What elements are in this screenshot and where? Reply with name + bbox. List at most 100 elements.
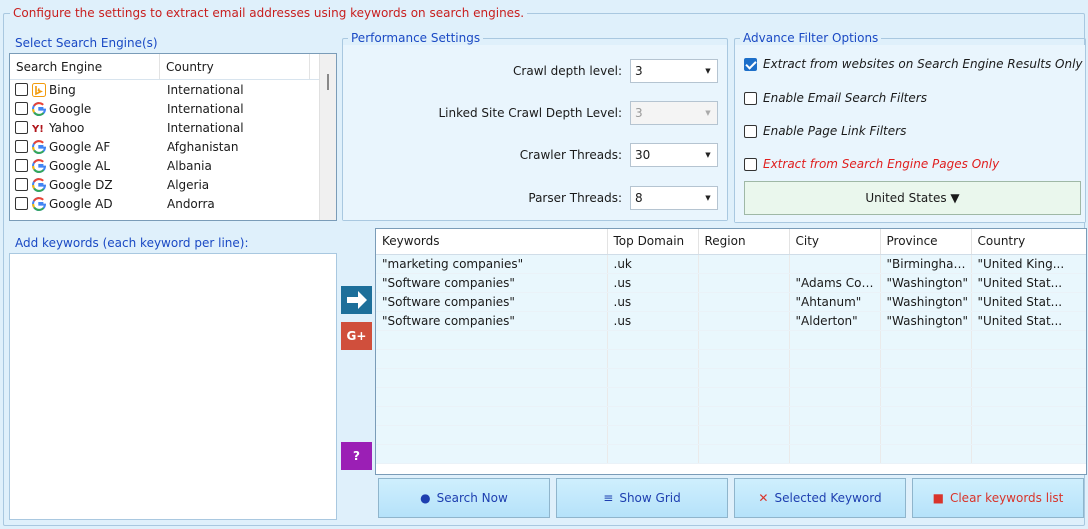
- grid-cell: [971, 444, 1086, 464]
- engine-checkbox[interactable]: [15, 197, 28, 210]
- engine-row[interactable]: Google International: [10, 99, 336, 118]
- checkbox-se-pages-only[interactable]: [744, 157, 757, 171]
- engine-row[interactable]: Bing International: [10, 80, 336, 99]
- grid-cell: [971, 387, 1086, 407]
- help-icon: ?: [353, 449, 360, 463]
- engine-checkbox[interactable]: [15, 102, 28, 115]
- selected-keyword-label: Selected Keyword: [774, 491, 882, 505]
- grid-header-row: Keywords Top Domain Region City Province Coun…: [376, 229, 1086, 255]
- parser-threads-label: Parser Threads:: [528, 191, 622, 205]
- grid-column-header[interactable]: Keywords: [376, 229, 608, 255]
- help-button[interactable]: ?: [341, 442, 372, 470]
- grid-row[interactable]: "marketing companies" .uk "Birmingham" "Uni…: [376, 254, 1086, 274]
- grid-cell: "Software companies": [376, 292, 608, 312]
- engine-checkbox[interactable]: [15, 140, 28, 153]
- grid-empty-row: [376, 387, 1086, 407]
- scrollbar-thumb[interactable]: [327, 74, 329, 90]
- search-now-button[interactable]: ● Search Now: [378, 478, 550, 518]
- engine-cell: Google: [10, 102, 160, 116]
- grid-cell: [880, 330, 972, 350]
- checkbox-link-filters[interactable]: [744, 124, 757, 138]
- grid-cell: [880, 368, 972, 388]
- engine-cell: Google DZ: [10, 178, 160, 192]
- crawl-depth-value: 3: [635, 64, 643, 78]
- grid-cell: .uk: [607, 254, 699, 274]
- clear-keywords-button[interactable]: ■ Clear keywords list: [912, 478, 1084, 518]
- label-email-filters: Enable Email Search Filters: [763, 91, 927, 105]
- grid-empty-row: [376, 406, 1086, 426]
- grid-cell: [376, 349, 608, 369]
- filter-option-serp-only[interactable]: Extract from websites on Search Engine R…: [744, 57, 1083, 71]
- grid-column-header[interactable]: City: [789, 229, 881, 255]
- svg-text:Y!: Y!: [32, 124, 44, 135]
- keywords-textarea[interactable]: [9, 253, 337, 520]
- filter-option-se-pages-only[interactable]: Extract from Search Engine Pages Only: [744, 157, 999, 171]
- grid-cell: [607, 406, 699, 426]
- checkbox-email-filters[interactable]: [744, 91, 757, 105]
- search-icon: ●: [420, 491, 431, 505]
- column-header-engine[interactable]: Search Engine: [10, 54, 160, 79]
- grid-cell: [789, 330, 881, 350]
- engine-list-scrollbar[interactable]: [319, 54, 336, 220]
- grid-cell: "United Stat...: [971, 273, 1086, 293]
- close-icon: ✕: [758, 491, 769, 505]
- engine-row[interactable]: Google DZ Algeria: [10, 175, 336, 194]
- selected-keyword-button[interactable]: ✕ Selected Keyword: [734, 478, 906, 518]
- grid-cell: "Washington": [880, 292, 972, 312]
- grid-cell: "Alderton": [789, 311, 881, 331]
- grid-cell: [376, 425, 608, 445]
- performance-title: Performance Settings: [348, 31, 484, 45]
- column-header-country[interactable]: Country: [160, 54, 310, 79]
- grid-column-header[interactable]: Country: [971, 229, 1086, 255]
- grid-cell: [971, 368, 1086, 388]
- engine-row[interactable]: Google AL Albania: [10, 156, 336, 175]
- engine-country: International: [167, 120, 244, 135]
- engine-list-header: Search Engine Country: [10, 54, 336, 80]
- engine-checkbox[interactable]: [15, 83, 28, 96]
- filter-option-email-filters[interactable]: Enable Email Search Filters: [744, 91, 927, 105]
- crawl-depth-select[interactable]: 3 ▼: [630, 59, 718, 83]
- engine-name: Google: [49, 101, 92, 116]
- grid-cell: [607, 330, 699, 350]
- add-keywords-button[interactable]: [341, 286, 372, 314]
- filter-option-link-filters[interactable]: Enable Page Link Filters: [744, 124, 906, 138]
- linked-depth-value: 3: [635, 106, 643, 120]
- grid-cell: [698, 254, 790, 274]
- keywords-label: Add keywords (each keyword per line):: [15, 236, 249, 250]
- engine-checkbox[interactable]: [15, 159, 28, 172]
- grid-cell: [698, 311, 790, 331]
- crawler-threads-select[interactable]: 30 ▼: [630, 143, 718, 167]
- grid-column-header[interactable]: Province: [880, 229, 972, 255]
- search-engine-list[interactable]: Search Engine Country Bing International G…: [9, 53, 337, 221]
- grid-cell: "United King...: [971, 254, 1086, 274]
- grid-row[interactable]: "Software companies" .us "Alderton" "Washin…: [376, 311, 1086, 331]
- grid-row[interactable]: "Software companies" .us "Adams Cou... "Was…: [376, 273, 1086, 293]
- engine-row[interactable]: Google AD Andorra: [10, 194, 336, 213]
- engine-name: Google DZ: [49, 177, 113, 192]
- engine-checkbox[interactable]: [15, 178, 28, 191]
- grid-cell: [376, 387, 608, 407]
- grid-column-header[interactable]: Region: [698, 229, 790, 255]
- parser-threads-select[interactable]: 8 ▼: [630, 186, 718, 210]
- engine-row[interactable]: Google AF Afghanistan: [10, 137, 336, 156]
- checkbox-serp-only[interactable]: [744, 57, 757, 71]
- grid-column-header[interactable]: Top Domain: [607, 229, 699, 255]
- show-grid-button[interactable]: ≡ Show Grid: [556, 478, 728, 518]
- google-plus-button[interactable]: G+: [341, 322, 372, 350]
- grid-row[interactable]: "Software companies" .us "Ahtanum" "Washing…: [376, 292, 1086, 312]
- country-dropdown-button[interactable]: United States ▼: [744, 181, 1081, 215]
- grid-cell: [789, 368, 881, 388]
- grid-cell: [607, 387, 699, 407]
- grid-cell: [789, 406, 881, 426]
- grid-cell: "Software companies": [376, 273, 608, 293]
- grid-cell: [789, 444, 881, 464]
- engine-checkbox[interactable]: [15, 121, 28, 134]
- grid-cell: [376, 330, 608, 350]
- engine-row[interactable]: Y! Yahoo International: [10, 118, 336, 137]
- linked-depth-select[interactable]: 3 ▼: [630, 101, 718, 125]
- grid-cell: [698, 406, 790, 426]
- keywords-grid[interactable]: Keywords Top Domain Region City Province Coun…: [375, 228, 1087, 475]
- grid-cell: [971, 425, 1086, 445]
- arrow-right-icon: [346, 291, 367, 309]
- grid-cell: [971, 330, 1086, 350]
